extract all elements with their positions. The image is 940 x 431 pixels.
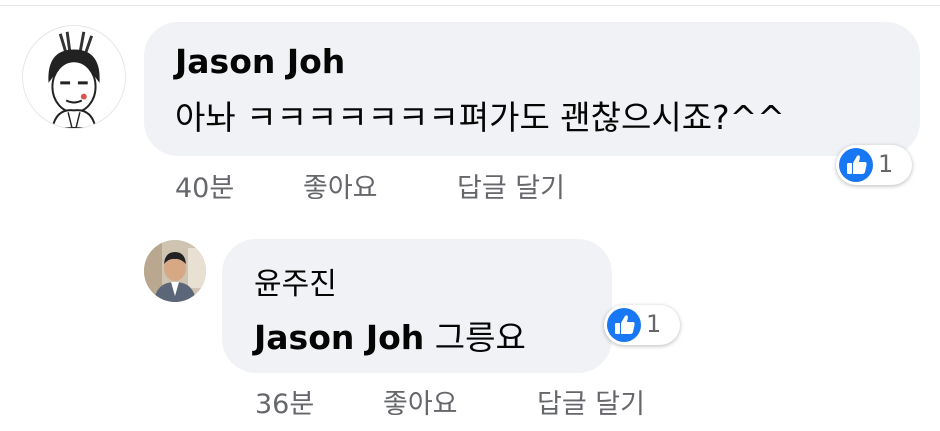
mention-link[interactable]: Jason Joh [254, 318, 424, 357]
divider [0, 5, 940, 6]
reaction-count: 1 [646, 310, 662, 338]
avatar[interactable] [22, 25, 126, 129]
like-button[interactable]: 좋아요 [303, 166, 378, 205]
comment-text: 아놔 ㅋㅋㅋㅋㅋㅋㅋ펴가도 괜찮으시죠?^^ [175, 98, 785, 137]
reaction-summary[interactable]: 1 [604, 305, 680, 345]
like-button[interactable]: 좋아요 [383, 382, 458, 421]
comment-author[interactable]: 윤주진 [254, 259, 337, 303]
avatar[interactable] [144, 240, 206, 302]
comment-text-body: 그릉요 [434, 318, 526, 357]
reaction-count: 1 [878, 150, 894, 178]
reaction-summary[interactable]: 1 [836, 145, 912, 185]
reply-button[interactable]: 답글 달기 [457, 166, 565, 205]
like-icon [839, 148, 873, 182]
reply-button[interactable]: 답글 달기 [537, 382, 645, 421]
like-icon [607, 308, 641, 342]
comment-text: Jason Joh 그릉요 [254, 311, 526, 359]
comment-time[interactable]: 40분 [175, 166, 234, 205]
comment-author[interactable]: Jason Joh [175, 42, 345, 81]
comment-time[interactable]: 36분 [255, 382, 314, 421]
